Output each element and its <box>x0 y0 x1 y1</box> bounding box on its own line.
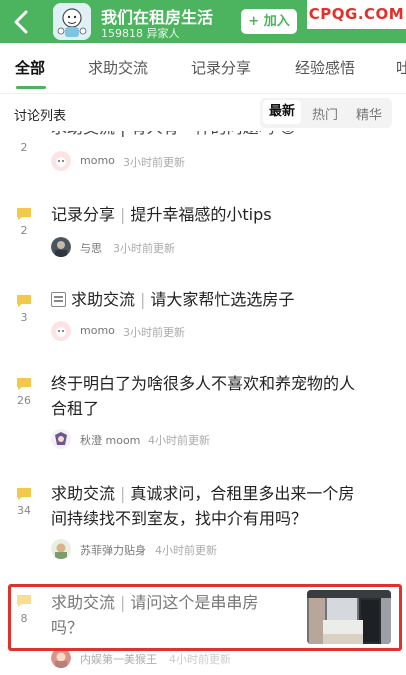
comment-bubble-icon <box>17 208 31 220</box>
sort-latest[interactable]: 最新 <box>263 100 302 124</box>
comment-count: 2 <box>20 141 28 154</box>
discussion-list-title: 讨论列表 <box>14 109 67 124</box>
comment-count: 2 <box>20 224 28 237</box>
author-name[interactable]: 内娱第一美猴王 <box>80 651 157 667</box>
author-name[interactable]: momo <box>80 154 115 167</box>
post-title-text: 提升幸福感的小tips <box>130 205 272 224</box>
author-name[interactable]: 秋澄 moom <box>80 432 140 448</box>
sort-switcher: 最新 热门 精华 <box>260 98 392 128</box>
author-name[interactable]: 苏菲弹力贴身 <box>80 542 146 558</box>
avatar[interactable] <box>51 648 71 668</box>
highlight-frame <box>8 584 402 651</box>
tab-share[interactable]: 记录分享 <box>191 57 251 78</box>
update-time: 3小时前更新 <box>123 326 185 339</box>
category-tabs: 全部 求助交流 记录分享 经验感悟 吐 <box>0 43 406 93</box>
avatar[interactable] <box>51 321 71 341</box>
comment-bubble-icon <box>17 295 31 307</box>
list-item[interactable]: 2 记录分享 | 提升幸福感的小tips 与思 3小时前更新 <box>0 200 406 264</box>
join-button[interactable]: + 加入 <box>241 9 297 34</box>
avatar[interactable] <box>51 539 71 559</box>
post-title[interactable]: 求助交流 | 有人有一样的问题吗 😊 <box>51 131 296 140</box>
comment-bubble-icon <box>17 488 31 500</box>
post-category: 记录分享 <box>51 205 116 224</box>
comment-count: 34 <box>17 504 31 517</box>
comment-count: 26 <box>17 394 31 407</box>
comment-count: 3 <box>20 311 28 324</box>
group-member-meta: 159818 异家人 <box>101 25 180 41</box>
post-title[interactable]: 终于明白了为啥很多人不喜欢和养宠物的人 合租了 <box>51 371 391 421</box>
discussion-list-header: 讨论列表 最新 热门 精华 <box>0 93 406 131</box>
back-button[interactable] <box>6 6 38 38</box>
avatar[interactable] <box>51 429 71 449</box>
list-item[interactable]: 2 求助交流 | 有人有一样的问题吗 😊 momo 3小时前更新 <box>0 131 406 179</box>
member-label: 异家人 <box>146 27 180 40</box>
watermark-logo: CPQG.COM <box>307 0 406 29</box>
tab-help[interactable]: 求助交流 <box>88 57 148 78</box>
document-icon <box>51 292 66 307</box>
post-title-line: 终于明白了为啥很多人不喜欢和养宠物的人 <box>51 374 356 393</box>
post-title[interactable]: 求助交流 | 真诚求问，合租里多出来一个房 间持续找不到室友，找中介有用吗？ <box>51 481 391 531</box>
member-count: 159818 <box>101 27 143 40</box>
post-category: 求助交流 <box>51 484 116 503</box>
sort-featured[interactable]: 精华 <box>356 104 382 123</box>
post-title[interactable]: 记录分享 | 提升幸福感的小tips <box>51 202 272 227</box>
active-tab-indicator <box>16 86 46 89</box>
tab-more[interactable]: 吐 <box>396 57 406 78</box>
avatar[interactable] <box>51 237 71 257</box>
author-name[interactable]: momo <box>80 324 115 337</box>
back-arrow-icon <box>14 10 28 34</box>
sort-hot[interactable]: 热门 <box>312 104 338 123</box>
comment-bubble-icon <box>17 378 31 390</box>
post-title-line: 间持续找不到室友，找中介有用吗？ <box>51 509 308 528</box>
author-name[interactable]: 与思 <box>80 240 102 256</box>
post-category: 求助交流 <box>71 290 136 309</box>
tab-all[interactable]: 全部 <box>15 57 45 78</box>
list-item[interactable]: 26 终于明白了为啥很多人不喜欢和养宠物的人 合租了 秋澄 moom 4小时前更… <box>0 370 406 452</box>
group-avatar[interactable] <box>53 3 91 40</box>
update-time: 4小时前更新 <box>148 434 210 447</box>
update-time: 4小时前更新 <box>169 653 231 666</box>
tab-experience[interactable]: 经验感悟 <box>295 57 355 78</box>
avatar[interactable] <box>51 151 71 171</box>
post-title[interactable]: 求助交流 | 请大家帮忙选选房子 <box>51 287 294 312</box>
post-title-text: 请大家帮忙选选房子 <box>150 290 295 309</box>
update-time: 3小时前更新 <box>123 156 185 169</box>
post-title-line: 合租了 <box>51 399 100 418</box>
update-time: 4小时前更新 <box>155 544 217 557</box>
list-item[interactable]: 3 求助交流 | 请大家帮忙选选房子 momo 3小时前更新 <box>0 287 406 351</box>
list-item[interactable]: 34 求助交流 | 真诚求问，合租里多出来一个房 间持续找不到室友，找中介有用吗？ … <box>0 480 406 562</box>
post-title-line: 真诚求问，合租里多出来一个房 <box>130 484 355 503</box>
update-time: 3小时前更新 <box>113 242 175 255</box>
